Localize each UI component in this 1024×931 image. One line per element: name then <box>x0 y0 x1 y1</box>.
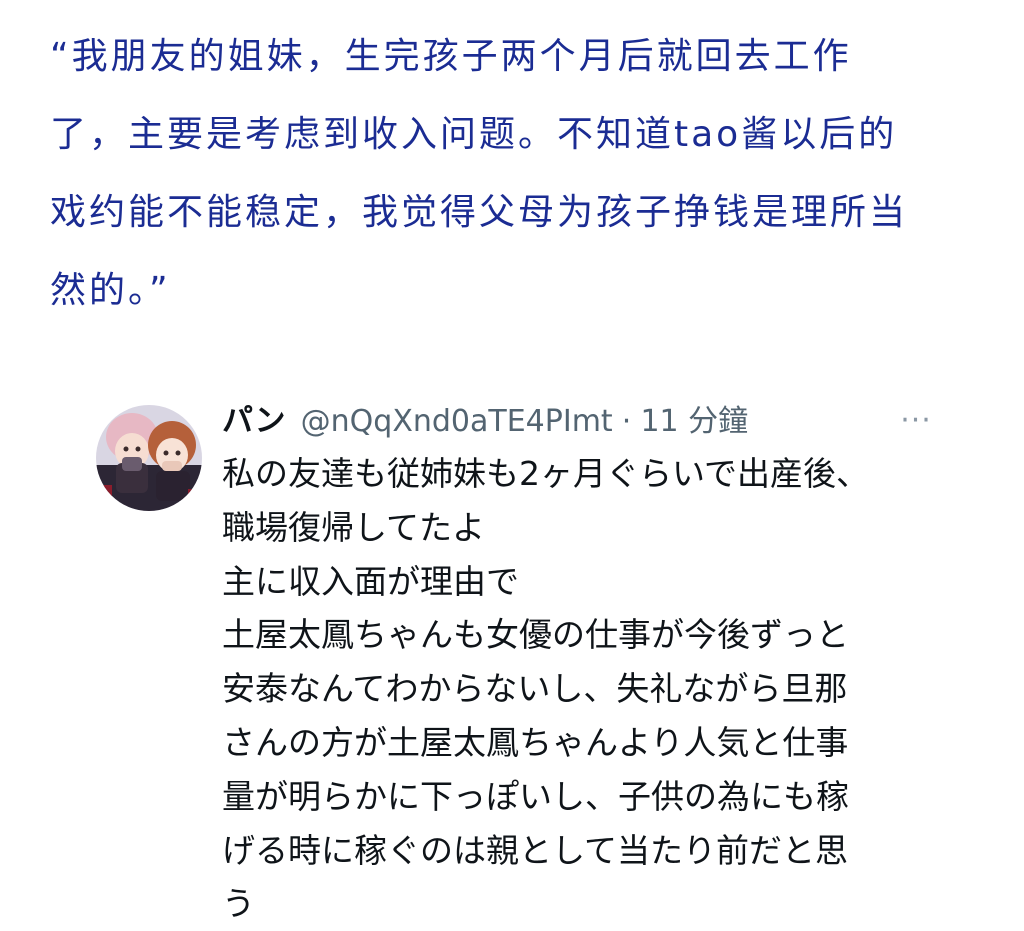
quote-line: 然的。” <box>50 270 171 311</box>
tweet-text-line: う <box>222 884 255 924</box>
quote-line: 了，主要是考虑到收入问题。不知道tao酱以后的 <box>50 114 898 155</box>
separator-dot: · <box>621 404 632 439</box>
tweet-text-line: さんの方が土屋太鳳ちゃんより人気と仕事 <box>222 722 849 762</box>
tweet-text-line: げる時に稼ぐのは親として当たり前だと思 <box>222 830 849 870</box>
quote-line: “我朋友的姐妹，生完孩子两个月后就回去工作 <box>50 36 852 77</box>
tweet-card: パン @nQqXnd0aTE4PImt · 11 分鐘 ··· 私の友達も従姉妹… <box>96 395 966 923</box>
tweet-text-line: 量が明らかに下っぽいし、子供の為にも稼 <box>222 776 849 816</box>
avatar-illustration-icon <box>96 405 202 511</box>
display-name[interactable]: パン <box>222 403 286 439</box>
tweet-header: パン @nQqXnd0aTE4PImt · 11 分鐘 <box>222 395 748 447</box>
tweet-text-line: 職場復帰してたよ <box>222 507 486 547</box>
tweet-body: 私の友達も従姉妹も2ヶ月ぐらいで出産後、 職場復帰してたよ 主に収入面が理由で … <box>222 447 922 931</box>
timestamp[interactable]: 11 分鐘 <box>640 404 748 439</box>
tweet-text-line: 主に収入面が理由で <box>222 561 519 601</box>
more-horizontal-icon[interactable]: ··· <box>896 406 936 436</box>
tweet-text-line: 私の友達も従姉妹も2ヶ月ぐらいで出産後、 <box>222 454 870 493</box>
tweet-text-line: 土屋太鳳ちゃんも女優の仕事が今後ずっと <box>222 615 849 655</box>
avatar[interactable] <box>96 405 202 511</box>
tweet-text-line: 安泰なんてわからないし、失礼ながら旦那 <box>222 669 848 709</box>
quote-line: 戏约能不能稳定，我觉得父母为孩子挣钱是理所当 <box>50 192 909 233</box>
user-handle[interactable]: @nQqXnd0aTE4PImt <box>301 404 613 439</box>
quote-block: “我朋友的姐妹，生完孩子两个月后就回去工作 了，主要是考虑到收入问题。不知道ta… <box>50 18 990 330</box>
